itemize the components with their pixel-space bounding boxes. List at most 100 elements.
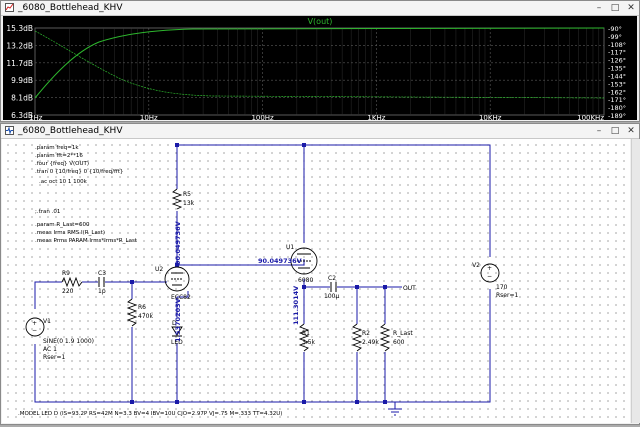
schematic-vertical-scrollbar[interactable]: [631, 139, 640, 423]
svg-text:−: −: [32, 327, 37, 334]
node-voltage-u1-cathode[interactable]: 111.3014V: [292, 286, 300, 325]
voltage-source-v2[interactable]: +− V2 170 Rser=1: [472, 262, 518, 299]
right-axis-ticks: -90°-99°-108°-117°-126°-135°-144°-153°-1…: [608, 25, 626, 120]
svg-text:+: +: [32, 320, 37, 327]
v2-line: 170: [496, 284, 508, 291]
resistor-r2[interactable]: R2 2.49k: [351, 323, 379, 352]
waveform-plot[interactable]: V(out) 15.3dB13.2dB11.7dB9.9dB8.1dB6.3dB…: [3, 16, 637, 122]
y-tick-label-left: 9.9dB: [11, 76, 33, 85]
plot-window-titlebar[interactable]: _6080_Bottlehead_KHV – □ ✕: [1, 1, 639, 16]
y-tick-label-left: 15.3dB: [6, 24, 33, 33]
node-voltage-u2-cathode[interactable]: 1.5370203V: [174, 298, 182, 342]
resistor-r5[interactable]: R5 13k: [171, 188, 195, 210]
y-tick-label-right: -90°: [608, 25, 622, 33]
plot-window[interactable]: _6080_Bottlehead_KHV – □ ✕ V(out) 15.3dB…: [0, 0, 640, 122]
r5-name: R5: [183, 191, 191, 198]
c3-name: C3: [98, 270, 106, 277]
r-last-value: 600: [393, 339, 405, 346]
node-voltage-u2-plate[interactable]: 90.049736V: [174, 221, 182, 265]
close-icon[interactable]: ✕: [623, 1, 639, 15]
capacitor-c3[interactable]: C3 1p: [98, 270, 106, 295]
schematic-window-titlebar[interactable]: _6080_Bottlehead_KHV – □ ✕: [1, 124, 639, 139]
y-tick-label-left: 8.1dB: [11, 94, 33, 103]
y-tick-label-left: 13.2dB: [6, 41, 33, 50]
node-voltage-u1-grid[interactable]: 90.049736V: [258, 257, 302, 265]
schematic-canvas[interactable]: .param freq=1k .param fft=2**16 .four {f…: [2, 139, 630, 423]
r9-value: 220: [62, 288, 74, 295]
r-last-name: R_Last: [393, 330, 413, 337]
resistor-r1[interactable]: R1 3.5k: [298, 323, 316, 352]
directive-line[interactable]: .ac oct 10 1 100k: [39, 179, 88, 185]
u1-value: 6080: [298, 277, 313, 284]
r2-name: R2: [362, 330, 370, 337]
resistor-r-last[interactable]: R_Last 600: [379, 323, 413, 352]
model-directive[interactable]: .MODEL LED D (IS=93.2P RS=42M N=3.3 BV=4…: [18, 411, 282, 417]
schematic-window-title: _6080_Bottlehead_KHV: [18, 126, 123, 136]
r9-name: R9: [62, 270, 70, 277]
phase-trace[interactable]: [34, 30, 605, 99]
r5-value: 13k: [183, 200, 195, 207]
schematic-window-icon: [5, 126, 14, 135]
x-tick-label: 100KHz: [577, 114, 604, 120]
v1-line: SINE(0 1.9 1000): [43, 338, 94, 345]
maximize-icon[interactable]: □: [607, 124, 623, 138]
maximize-icon[interactable]: □: [607, 1, 623, 15]
x-tick-label: 100Hz: [251, 114, 274, 120]
x-tick-label: 10KHz: [479, 114, 502, 120]
close-icon[interactable]: ✕: [623, 124, 639, 138]
wires: [34, 144, 491, 409]
resistor-r9[interactable]: R9 220: [61, 270, 83, 295]
y-tick-label-right: -144°: [608, 72, 626, 80]
plot-window-icon: [5, 3, 14, 12]
y-tick-label-right: -126°: [608, 57, 626, 65]
u1-name: U1: [286, 244, 294, 251]
y-tick-label-right: -108°: [608, 41, 626, 49]
tube-u2[interactable]: U2 ECC82: [155, 266, 191, 301]
trace-name[interactable]: V(out): [308, 17, 333, 26]
c2-name: C2: [328, 275, 336, 282]
svg-text:+: +: [487, 265, 492, 272]
schematic-drawing[interactable]: .param freq=1k .param fft=2**16 .four {f…: [2, 139, 630, 423]
c2-value: 100µ: [324, 293, 339, 300]
y-tick-label-right: -162°: [608, 88, 626, 96]
y-tick-label-right: -171°: [608, 96, 626, 104]
v2-name: V2: [472, 262, 480, 269]
y-tick-label-right: -135°: [608, 65, 626, 73]
y-tick-label-right: -153°: [608, 80, 626, 88]
voltage-source-v1[interactable]: +− V1 SINE(0 1.9 1000) AC 1 Rser=1: [25, 317, 94, 361]
directive-line[interactable]: .param R_Last=600: [35, 222, 90, 228]
spice-directives[interactable]: .param freq=1k .param fft=2**16 .four {f…: [18, 145, 282, 417]
y-tick-label-right: -99°: [608, 33, 622, 41]
r2-value: 2.49k: [362, 339, 379, 346]
minimize-icon[interactable]: –: [591, 124, 607, 138]
plot-grid: [34, 27, 605, 116]
directive-line[interactable]: .four {freq} V(OUT): [35, 161, 89, 167]
directive-line[interactable]: .meas Irms RMS I(R_Last): [35, 230, 105, 236]
y-tick-label-right: -117°: [608, 49, 626, 57]
directive-line[interactable]: ;.tran .01: [35, 209, 60, 215]
u2-name: U2: [155, 266, 163, 273]
junction-dots: [130, 143, 387, 404]
r6-name: R6: [138, 304, 146, 311]
r1-value: 3.5k: [302, 339, 316, 346]
x-tick-label: 1Hz: [29, 114, 43, 120]
r1-name: R1: [302, 330, 310, 337]
net-label-out[interactable]: OUT: [403, 285, 416, 292]
svg-text:−: −: [487, 273, 492, 280]
x-tick-label: 10Hz: [140, 114, 158, 120]
ground-icon: [388, 408, 402, 416]
plot-window-title: _6080_Bottlehead_KHV: [18, 3, 123, 13]
resistor-r6[interactable]: R6 470k: [126, 298, 153, 327]
x-tick-label: 1KHz: [367, 114, 385, 120]
waveform-plot-pane[interactable]: V(out) 15.3dB 13.2dB 11.7dB 9.9dB 8.1dB 6.3dB…: [3, 16, 637, 122]
directive-line[interactable]: .tran 0 {10/freq} 0 {10/freq/fft}: [35, 169, 123, 175]
v1-line: AC 1: [43, 346, 57, 353]
directive-line[interactable]: .param fft=2**16: [35, 153, 83, 159]
v1-name: V1: [43, 318, 51, 325]
directive-line[interactable]: .param freq=1k: [35, 145, 79, 151]
v2-line: Rser=1: [496, 292, 518, 299]
y-tick-label-right: -180°: [608, 104, 626, 112]
c3-value: 1p: [98, 288, 106, 295]
minimize-icon[interactable]: –: [591, 1, 607, 15]
directive-line[interactable]: .meas Prms PARAM Irms*Irms*R_Last: [35, 238, 138, 244]
